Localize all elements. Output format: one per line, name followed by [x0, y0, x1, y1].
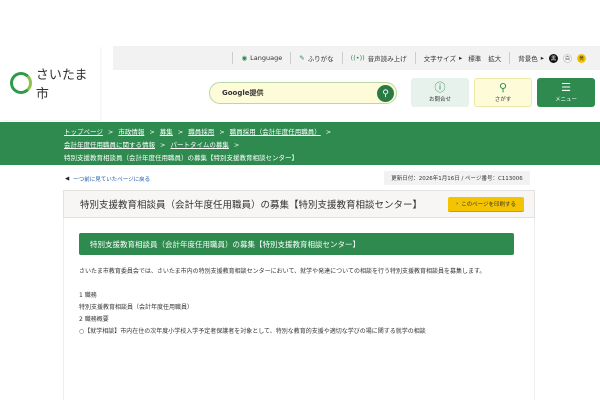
text-size-group: 文字サイズ ▸ 標準 拡大	[414, 52, 510, 64]
breadcrumb-link[interactable]: 職員採用	[188, 128, 214, 136]
print-label: このページを印刷する	[461, 202, 517, 208]
main-content: 特別支援教育相談員（会計年度任用職員）の募集【特別支援教育相談センター】 さいた…	[63, 218, 535, 400]
page-meta: 更新日付：2026年1月16日 / ページ番号：C113006	[384, 171, 530, 185]
breadcrumb-link[interactable]: 募集	[160, 128, 173, 136]
back-link[interactable]: ◀ 一つ前に見ていたページに戻る	[65, 175, 150, 183]
triangle-icon: ▸	[540, 54, 544, 62]
breadcrumb: トップページ > 市政情報 > 募集 > 職員採用 > 職員採用（会計年度任用職員） > 会計年度…	[0, 122, 600, 165]
contact-button[interactable]: ⓘ お問合せ	[411, 78, 469, 107]
page-title-box: 特別支援教育相談員（会計年度任用職員）の募集【特別支援教育相談センター】 › この…	[63, 190, 535, 218]
text-size-label: 文字サイズ	[423, 55, 456, 63]
speech-label: 音声読み上げ	[367, 55, 407, 63]
intro-text: さいたま市教育委員会では、さいたま市内の特別支援教育相談センターにおいて、就学や…	[79, 268, 486, 275]
breadcrumb-link[interactable]: 職員採用（会計年度任用職員）	[230, 128, 321, 136]
question-bubble-icon: ⓘ	[434, 81, 446, 94]
breadcrumb-link[interactable]: 市政情報	[118, 128, 144, 136]
find-label: さがす	[494, 97, 512, 103]
search-icon: ⚲	[498, 81, 508, 94]
language-link[interactable]: ◉ Language	[232, 52, 290, 64]
city-emblem-icon	[10, 72, 32, 94]
breadcrumb-current: 特別支援教育相談員（会計年度任用職員）の募集【特別支援教育相談センター】	[64, 154, 298, 162]
item-title: 1 職務	[79, 292, 97, 299]
speech-link[interactable]: ((•)) 音声読み上げ	[341, 52, 415, 64]
text-size-standard[interactable]: 標準	[468, 53, 481, 63]
page-title: 特別支援教育相談員（会計年度任用職員）の募集【特別支援教育相談センター】	[80, 200, 423, 211]
item-text: ○【就学相談】市内在住の次年度小学校入学予定者保護者を対象として、特別な教育的支…	[79, 328, 426, 335]
find-button[interactable]: ⚲ さがす	[474, 78, 532, 107]
utility-bar: ◉ Language ✎ ふりがな ((•)) 音声読み上げ 文字サイズ ▸ 標準 拡大 背…	[113, 46, 600, 70]
search-icon: ⚲	[382, 88, 389, 99]
back-link-label: 一つ前に見ていたページに戻る	[73, 177, 151, 183]
triangle-icon: ▸	[458, 54, 463, 62]
item-text: 特別支援教育相談員（会計年度任用職員）	[79, 304, 194, 311]
furigana-label: ふりがな	[307, 55, 334, 63]
print-button[interactable]: › このページを印刷する	[448, 197, 524, 211]
bg-white-button[interactable]: 白	[563, 53, 572, 63]
back-arrow-icon: ◀	[65, 176, 70, 182]
breadcrumb-link[interactable]: 会計年度任用職員に関する情報	[64, 141, 155, 149]
item-title: 2 職務概要	[79, 316, 109, 323]
section-heading: 特別支援教育相談員（会計年度任用職員）の募集【特別支援教育相談センター】	[79, 233, 514, 255]
pencil-icon: ✎	[299, 54, 305, 62]
contact-label: お問合せ	[428, 97, 451, 103]
speaker-icon: ((•))	[350, 54, 365, 62]
language-label: Language	[250, 54, 283, 62]
bg-yellow-button[interactable]: 黄	[577, 53, 586, 63]
menu-button[interactable]: ☰ メニュー	[537, 78, 595, 107]
bg-color-group: 背景色 ▸ 黒 白 黄	[509, 52, 594, 64]
breadcrumb-link[interactable]: パートタイムの募集	[170, 141, 228, 149]
search-input[interactable]: Google提供 ⚲	[209, 82, 397, 104]
furigana-link[interactable]: ✎ ふりがな	[290, 52, 341, 64]
search-placeholder: Google提供	[222, 89, 264, 97]
breadcrumb-link[interactable]: トップページ	[64, 128, 103, 136]
menu-icon: ☰	[561, 81, 571, 94]
globe-icon: ◉	[241, 54, 248, 62]
bg-color-label: 背景色	[518, 55, 538, 63]
bg-black-button[interactable]: 黒	[549, 53, 558, 63]
text-size-large[interactable]: 拡大	[488, 53, 501, 63]
logo-text: さいたま市	[35, 68, 88, 102]
menu-label: メニュー	[554, 97, 577, 103]
site-logo[interactable]: さいたま市	[0, 46, 100, 120]
search-button[interactable]: ⚲	[377, 85, 394, 102]
chevron-right-icon: ›	[455, 201, 459, 207]
